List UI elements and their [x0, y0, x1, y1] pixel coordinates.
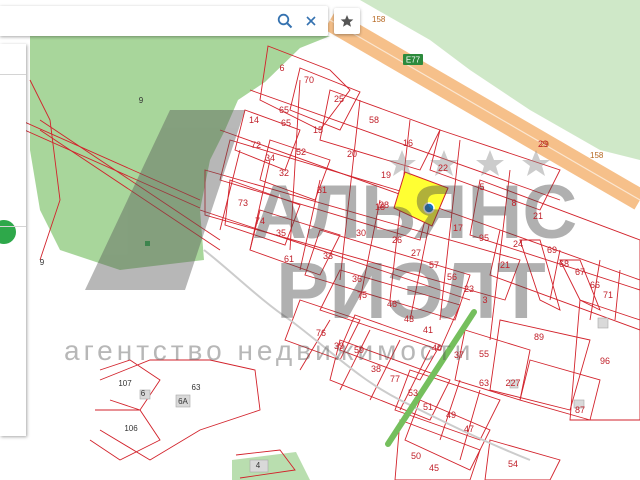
- parcel-number: 21: [500, 260, 510, 270]
- parcel-number: 41: [423, 325, 433, 335]
- parcel-number: 57: [429, 260, 439, 270]
- parcel-number: 16: [403, 138, 413, 148]
- parcel-number: 4: [256, 461, 261, 470]
- parcel-number: 46: [387, 299, 397, 309]
- parcel-number: 15: [313, 125, 323, 135]
- parcel-number: 33: [323, 251, 333, 261]
- parcel-number: 55: [479, 349, 489, 359]
- parcel-number: 34: [265, 153, 275, 163]
- parcel-number: 73: [238, 198, 248, 208]
- parcel-number: 35: [276, 228, 286, 238]
- parcel-number: 76: [316, 328, 326, 338]
- parcel-number: 14: [249, 115, 259, 125]
- parcel-number: 9: [139, 96, 144, 105]
- parcel-number: 51: [423, 402, 433, 412]
- parcel-number: 56: [447, 272, 457, 282]
- parcel-number: 20: [347, 149, 357, 159]
- parcel-number: 87: [575, 405, 585, 415]
- parcel-number: 21: [533, 211, 543, 221]
- watermark-brand-line1: АЛЬЯНС: [252, 170, 577, 255]
- parcel-number: 75: [357, 290, 367, 300]
- parcel-number: 71: [603, 290, 613, 300]
- parcel-number: 43: [404, 314, 414, 324]
- parcel-number: 58: [369, 115, 379, 125]
- parcel-number: 74: [255, 216, 265, 226]
- route-label: E77: [406, 56, 421, 65]
- parcel-number: 65: [279, 105, 289, 115]
- close-icon: [306, 16, 316, 26]
- search-input[interactable]: [6, 11, 265, 33]
- parcel-number: 30: [356, 228, 366, 238]
- star-icon: [340, 15, 354, 27]
- parcel-number: 106: [124, 424, 138, 433]
- parcel-number: 45: [429, 463, 439, 473]
- parcel-number: 25: [334, 94, 344, 104]
- parcel-number: 63: [192, 383, 201, 392]
- parcel-number: 39: [334, 341, 344, 351]
- parcel-number: 50: [411, 451, 421, 461]
- parcel-number: 65: [281, 118, 291, 128]
- parcel-number: 96: [600, 356, 610, 366]
- favorite-button[interactable]: [334, 8, 360, 34]
- search-icon: [277, 13, 293, 29]
- parcel-number: 6: [141, 389, 146, 398]
- parcel-number: 6A: [178, 397, 188, 406]
- parcel-number: 5: [479, 182, 484, 192]
- parcel-number: 69: [547, 245, 557, 255]
- parcel-number: 36: [352, 274, 362, 284]
- clear-button[interactable]: [300, 10, 322, 32]
- search-bar: [0, 6, 328, 36]
- parcel-number: 54: [508, 459, 518, 469]
- parcel-number: 38: [371, 364, 381, 374]
- parcel-number: 227: [505, 378, 520, 388]
- parcel-number: 61: [284, 254, 294, 264]
- parcel-number: 68: [559, 259, 569, 269]
- parcel-number: 26: [392, 235, 402, 245]
- parcel-number: 59: [354, 345, 364, 355]
- cadastral-map[interactable]: E77 158 158 29 АЛЬЯНС РИЭЛТ агентство не…: [0, 0, 640, 480]
- parcel-number: 3: [482, 295, 487, 305]
- parcel-number: 19: [381, 170, 391, 180]
- parcel-number: 77: [390, 374, 400, 384]
- parcel-number: 32: [279, 168, 289, 178]
- parcel-number: 37: [454, 350, 464, 360]
- parcel-number: 40: [432, 343, 442, 353]
- parcel-number: 6: [279, 63, 284, 73]
- search-button[interactable]: [274, 10, 296, 32]
- parcel-number: 70: [304, 75, 314, 85]
- parcel-number: 63: [479, 378, 489, 388]
- parcel-number: 49: [446, 410, 456, 420]
- watermark-tagline: агентство недвижимости: [64, 335, 474, 366]
- parcel-number: 8: [511, 198, 516, 208]
- parcel-number: 22: [438, 163, 448, 173]
- parcel-number: 95: [479, 233, 489, 243]
- parcel-number: 66: [590, 280, 600, 290]
- parcel-number: 31: [317, 185, 327, 195]
- parcel-number: 9: [40, 258, 45, 267]
- parcel-number: 24: [513, 239, 523, 249]
- parcel-number: 47: [464, 424, 474, 434]
- parcel-number: 107: [118, 379, 132, 388]
- road-number: 158: [590, 151, 604, 160]
- parcel-number: 52: [296, 147, 306, 157]
- parcel-number: 89: [534, 332, 544, 342]
- road-number: 158: [372, 15, 386, 24]
- panel-action-button[interactable]: [0, 220, 16, 244]
- parcel-number: 72: [251, 140, 261, 150]
- parcel-number: 27: [411, 248, 421, 258]
- parcel-number: 28: [379, 200, 389, 210]
- parcel-number: 29: [538, 139, 548, 149]
- parcel-number: 53: [408, 388, 418, 398]
- parcel-number: 17: [453, 223, 463, 233]
- side-panel: [0, 44, 26, 436]
- parcel-number: 23: [464, 284, 474, 294]
- parcel-number: 67: [575, 267, 585, 277]
